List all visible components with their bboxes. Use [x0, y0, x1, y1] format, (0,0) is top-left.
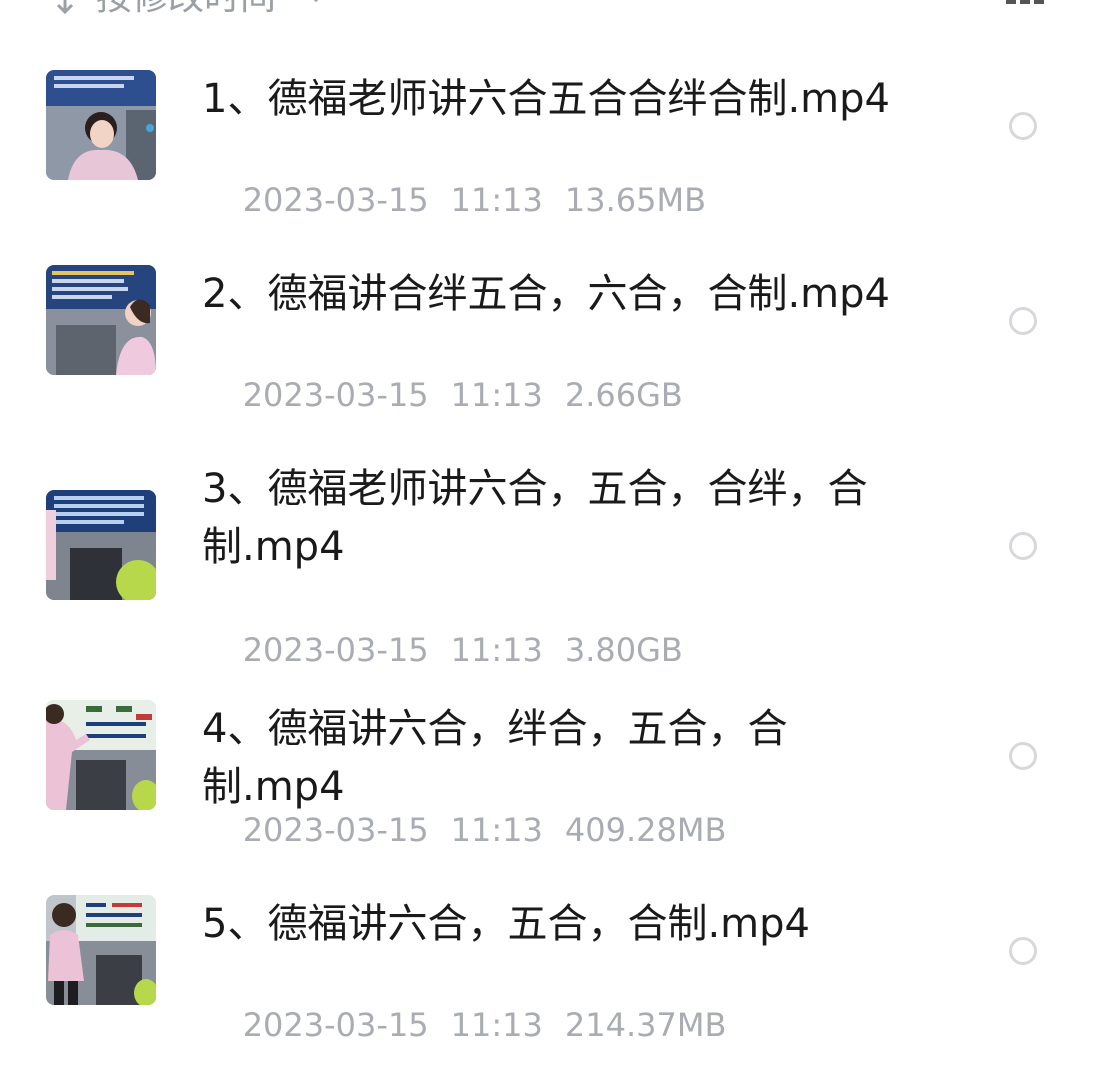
select-radio[interactable]: [1009, 307, 1037, 335]
list-item[interactable]: 5、德福讲六合，五合，合制.mp4 2023-03-15 11:13 214.37M…: [0, 895, 1105, 1044]
select-radio[interactable]: [1009, 742, 1037, 770]
file-date: 2023-03-15: [242, 811, 429, 849]
sort-bar[interactable]: 按修改时间: [0, 0, 1105, 18]
grid-view-icon[interactable]: [1006, 0, 1046, 6]
video-thumbnail: [46, 700, 156, 810]
file-date: 2023-03-15: [242, 181, 429, 219]
video-thumbnail: [46, 265, 156, 375]
file-date: 2023-03-15: [242, 376, 429, 414]
file-size: 214.37MB: [564, 1006, 727, 1044]
list-item[interactable]: 3、德福老师讲六合，五合，合绊，合制.mp4 2023-03-15 11:13 3.…: [0, 460, 1105, 669]
video-thumbnail: [46, 895, 156, 1005]
sort-arrow-icon: [56, 0, 74, 14]
list-item[interactable]: 1、德福老师讲六合五合合绊合制.mp4 2023-03-15 11:13 13.65…: [0, 70, 1105, 219]
chevron-down-icon: [313, 0, 319, 3]
sort-label[interactable]: 按修改时间: [96, 0, 276, 18]
file-meta: 2023-03-15 11:13 409.28MB: [202, 770, 748, 890]
file-name: 3、德福老师讲六合，五合，合绊，合制.mp4: [202, 466, 868, 570]
list-item[interactable]: 4、德福讲六合，绊合，五合，合制.mp4 2023-03-15 11:13 409.…: [0, 700, 1105, 849]
file-size: 409.28MB: [564, 811, 727, 849]
file-meta: 2023-03-15 11:13 13.65MB: [202, 140, 728, 260]
file-time: 11:13: [450, 631, 543, 669]
file-time: 11:13: [450, 181, 543, 219]
file-meta: 2023-03-15 11:13 2.66GB: [202, 335, 705, 455]
file-size: 13.65MB: [564, 181, 707, 219]
select-radio[interactable]: [1009, 112, 1037, 140]
file-meta: 2023-03-15 11:13 214.37MB: [202, 965, 748, 1085]
file-time: 11:13: [450, 1006, 543, 1044]
file-name: 5、德福讲六合，五合，合制.mp4: [202, 901, 810, 947]
video-thumbnail: [46, 490, 156, 600]
file-time: 11:13: [450, 376, 543, 414]
select-radio[interactable]: [1009, 937, 1037, 965]
file-size: 2.66GB: [564, 376, 683, 414]
video-thumbnail: [46, 70, 156, 180]
file-name: 1、德福老师讲六合五合合绊合制.mp4: [202, 76, 890, 122]
list-item[interactable]: 2、德福讲合绊五合，六合，合制.mp4 2023-03-15 11:13 2.66G…: [0, 265, 1105, 414]
file-date: 2023-03-15: [242, 631, 429, 669]
select-radio[interactable]: [1009, 532, 1037, 560]
file-size: 3.80GB: [564, 631, 683, 669]
file-meta: 2023-03-15 11:13 3.80GB: [202, 590, 705, 710]
file-time: 11:13: [450, 811, 543, 849]
file-date: 2023-03-15: [242, 1006, 429, 1044]
file-name: 2、德福讲合绊五合，六合，合制.mp4: [202, 271, 890, 317]
